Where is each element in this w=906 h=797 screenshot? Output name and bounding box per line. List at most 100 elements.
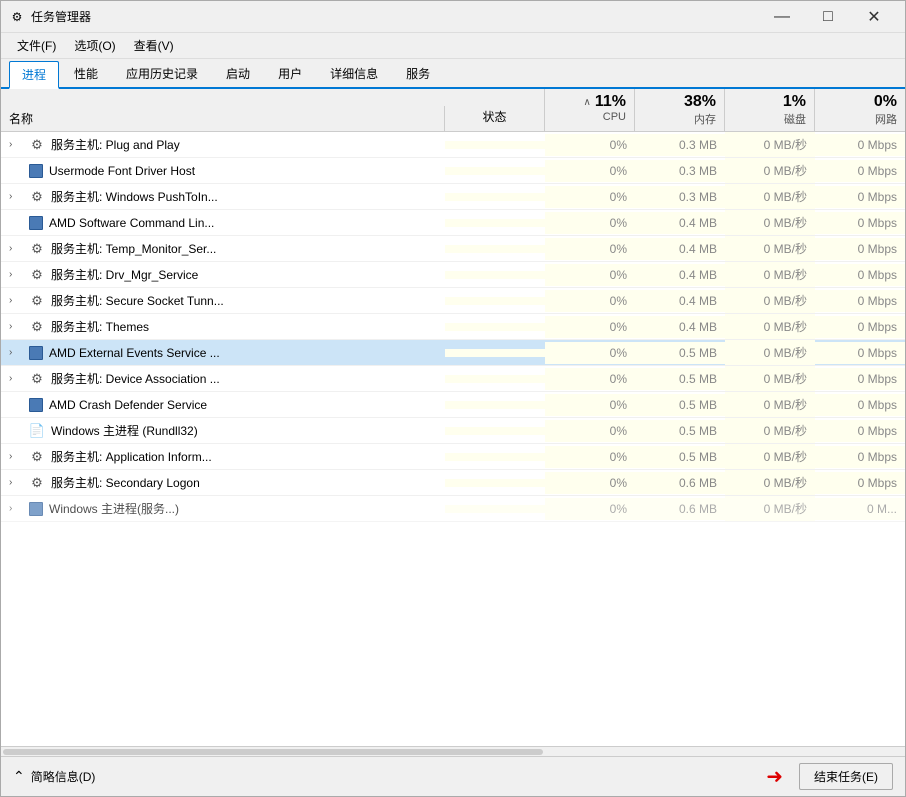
gear-icon: ⚙ <box>29 241 45 257</box>
tab-services[interactable]: 服务 <box>393 60 443 87</box>
process-status <box>445 349 545 357</box>
process-status <box>445 323 545 331</box>
gear-icon: ⚙ <box>29 293 45 309</box>
table-row[interactable]: › ⚙ 服务主机: Secure Socket Tunn... 0% 0.4 M… <box>1 288 905 314</box>
process-disk: 0 MB/秒 <box>725 496 815 521</box>
process-name: › ⚙ 服务主机: Temp_Monitor_Ser... <box>1 236 445 261</box>
process-memory: 0.5 MB <box>635 394 725 416</box>
table-row[interactable]: Usermode Font Driver Host 0% 0.3 MB 0 MB… <box>1 158 905 184</box>
gear-icon: ⚙ <box>29 267 45 283</box>
table-row[interactable]: › ⚙ 服务主机: Drv_Mgr_Service 0% 0.4 MB 0 MB… <box>1 262 905 288</box>
process-cpu: 0% <box>545 498 635 520</box>
process-disk: 0 MB/秒 <box>725 236 815 261</box>
table-row[interactable]: › ⚙ 服务主机: Secondary Logon 0% 0.6 MB 0 MB… <box>1 470 905 496</box>
disk-label: 磁盘 <box>784 111 806 127</box>
table-row[interactable]: › ⚙ 服务主机: Temp_Monitor_Ser... 0% 0.4 MB … <box>1 236 905 262</box>
process-cpu: 0% <box>545 134 635 156</box>
process-cpu: 0% <box>545 238 635 260</box>
process-disk: 0 MB/秒 <box>725 210 815 235</box>
process-memory: 0.4 MB <box>635 264 725 286</box>
process-status <box>445 479 545 487</box>
table-row[interactable]: AMD Software Command Lin... 0% 0.4 MB 0 … <box>1 210 905 236</box>
process-network: 0 Mbps <box>815 368 905 390</box>
table-row[interactable]: › AMD External Events Service ... 0% 0.5… <box>1 340 905 366</box>
process-status <box>445 453 545 461</box>
table-row[interactable]: › ⚙ 服务主机: Themes 0% 0.4 MB 0 MB/秒 0 Mbps <box>1 314 905 340</box>
tab-users[interactable]: 用户 <box>265 60 315 87</box>
process-memory: 0.5 MB <box>635 368 725 390</box>
net-label: 网路 <box>875 111 897 127</box>
process-memory: 0.3 MB <box>635 134 725 156</box>
process-status <box>445 505 545 513</box>
process-network: 0 Mbps <box>815 394 905 416</box>
window-icon <box>29 398 43 412</box>
tab-processes[interactable]: 进程 <box>9 61 59 89</box>
mem-label: 内存 <box>694 111 716 127</box>
menu-options[interactable]: 选项(O) <box>66 35 123 56</box>
process-memory: 0.5 MB <box>635 446 725 468</box>
process-memory: 0.6 MB <box>635 472 725 494</box>
process-network: 0 Mbps <box>815 134 905 156</box>
process-name: › Windows 主进程(服务...) <box>1 496 445 521</box>
process-network: 0 Mbps <box>815 238 905 260</box>
end-task-arrow-icon: ➜ <box>766 764 783 789</box>
process-network: 0 Mbps <box>815 186 905 208</box>
table-row[interactable]: › ⚙ 服务主机: Device Association ... 0% 0.5 … <box>1 366 905 392</box>
process-network: 0 Mbps <box>815 160 905 182</box>
process-name: AMD Crash Defender Service <box>1 394 445 416</box>
process-cpu: 0% <box>545 212 635 234</box>
tab-app-history[interactable]: 应用历史记录 <box>113 60 211 87</box>
window-title: 任务管理器 <box>31 8 759 25</box>
table-row[interactable]: › ⚙ 服务主机: Plug and Play 0% 0.3 MB 0 MB/秒… <box>1 132 905 158</box>
table-row[interactable]: › ⚙ 服务主机: Windows PushToIn... 0% 0.3 MB … <box>1 184 905 210</box>
maximize-button[interactable]: □ <box>805 1 851 33</box>
network-column-header[interactable]: 0% 网路 <box>815 89 905 131</box>
tab-startup[interactable]: 启动 <box>213 60 263 87</box>
window-icon <box>29 216 43 230</box>
cpu-column-header[interactable]: ∧ 11% CPU <box>545 89 635 131</box>
process-cpu: 0% <box>545 420 635 442</box>
expand-chevron-icon: › <box>9 451 23 462</box>
process-memory: 0.5 MB <box>635 420 725 442</box>
process-cpu: 0% <box>545 316 635 338</box>
menu-view[interactable]: 查看(V) <box>126 35 182 56</box>
process-memory: 0.5 MB <box>635 342 725 364</box>
window-icon <box>29 502 43 516</box>
close-button[interactable]: ✕ <box>851 1 897 33</box>
menu-file[interactable]: 文件(F) <box>9 35 64 56</box>
process-disk: 0 MB/秒 <box>725 366 815 391</box>
status-right: ➜ 结束任务(E) <box>766 763 893 790</box>
tab-details[interactable]: 详细信息 <box>317 60 391 87</box>
process-status <box>445 141 545 149</box>
table-row[interactable]: 📄 Windows 主进程 (Rundll32) 0% 0.5 MB 0 MB/… <box>1 418 905 444</box>
table-row[interactable]: AMD Crash Defender Service 0% 0.5 MB 0 M… <box>1 392 905 418</box>
end-task-button[interactable]: 结束任务(E) <box>799 763 893 790</box>
disk-column-header[interactable]: 1% 磁盘 <box>725 89 815 131</box>
process-network: 0 M... <box>815 498 905 520</box>
expand-chevron-icon: › <box>9 269 23 280</box>
process-memory: 0.3 MB <box>635 186 725 208</box>
brief-info-label[interactable]: 简略信息(D) <box>31 768 96 785</box>
process-disk: 0 MB/秒 <box>725 158 815 183</box>
tab-performance[interactable]: 性能 <box>61 60 111 87</box>
status-bar: ⌃ 简略信息(D) ➜ 结束任务(E) <box>1 756 905 796</box>
gear-icon: ⚙ <box>29 137 45 153</box>
process-name: › ⚙ 服务主机: Drv_Mgr_Service <box>1 262 445 287</box>
process-cpu: 0% <box>545 342 635 364</box>
process-cpu: 0% <box>545 446 635 468</box>
expand-chevron-icon: › <box>9 191 23 202</box>
process-disk: 0 MB/秒 <box>725 444 815 469</box>
table-row[interactable]: › ⚙ 服务主机: Application Inform... 0% 0.5 M… <box>1 444 905 470</box>
expand-chevron-icon: › <box>9 477 23 488</box>
horiz-scroll-thumb[interactable] <box>3 749 543 755</box>
process-cpu: 0% <box>545 186 635 208</box>
table-row[interactable]: › Windows 主进程(服务...) 0% 0.6 MB 0 MB/秒 0 … <box>1 496 905 522</box>
minimize-button[interactable]: — <box>759 1 805 33</box>
gear-icon: ⚙ <box>29 319 45 335</box>
memory-column-header[interactable]: 38% 内存 <box>635 89 725 131</box>
horizontal-scrollbar[interactable] <box>1 746 905 756</box>
expand-chevron-icon: › <box>9 503 23 514</box>
process-status <box>445 427 545 435</box>
process-name: › ⚙ 服务主机: Device Association ... <box>1 366 445 391</box>
expand-chevron-icon: › <box>9 243 23 254</box>
